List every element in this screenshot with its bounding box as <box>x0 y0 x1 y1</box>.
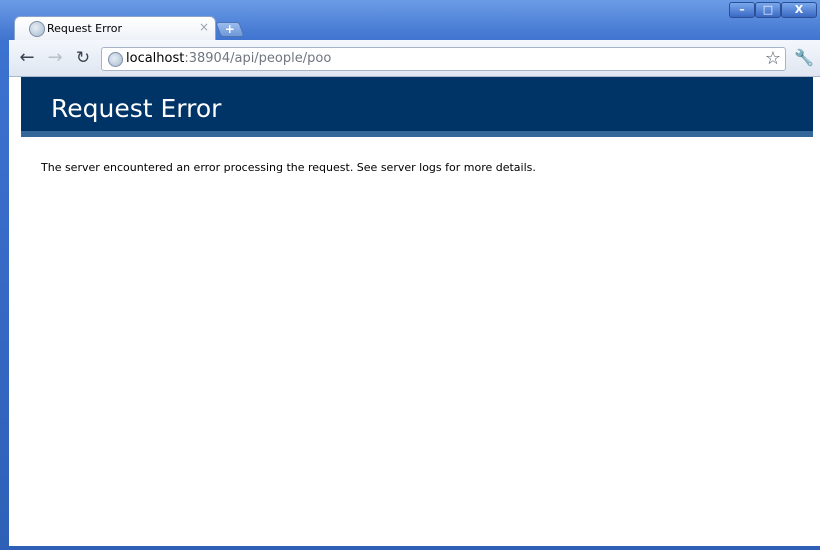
forward-button[interactable]: → <box>45 48 65 68</box>
close-window-button[interactable]: X <box>781 2 817 18</box>
tab-strip: Request Error × + – □ X <box>0 0 820 40</box>
wrench-menu-icon[interactable]: 🔧 <box>794 48 814 67</box>
tab-close-icon[interactable]: × <box>199 20 209 34</box>
plus-icon: + <box>224 22 235 36</box>
page-content: Request Error The server encountered an … <box>9 77 820 546</box>
tab-request-error[interactable]: Request Error × <box>14 16 216 40</box>
bookmark-star-icon[interactable]: ☆ <box>765 48 781 70</box>
url-path: :38904/api/people/poo <box>184 51 332 66</box>
minimize-button[interactable]: – <box>729 2 755 18</box>
address-bar[interactable]: localhost:38904/api/people/poo ☆ <box>101 47 786 71</box>
toolbar: ← → ↻ localhost:38904/api/people/poo ☆ 🔧 <box>9 40 820 77</box>
url-host: localhost <box>126 51 185 66</box>
heading-banner: Request Error <box>21 77 813 137</box>
maximize-button[interactable]: □ <box>755 2 781 18</box>
url-text[interactable]: localhost:38904/api/people/poo <box>126 51 331 66</box>
error-message: The server encountered an error processi… <box>41 161 536 174</box>
reload-button[interactable]: ↻ <box>73 48 93 68</box>
page-title: Request Error <box>51 94 222 123</box>
back-button[interactable]: ← <box>17 48 37 68</box>
browser-window: Request Error × + – □ X ← → ↻ localhost:… <box>0 0 820 550</box>
page-info-icon[interactable] <box>108 52 123 67</box>
new-tab-button[interactable]: + <box>215 22 245 37</box>
globe-icon <box>29 21 45 37</box>
tab-title: Request Error <box>47 22 122 35</box>
